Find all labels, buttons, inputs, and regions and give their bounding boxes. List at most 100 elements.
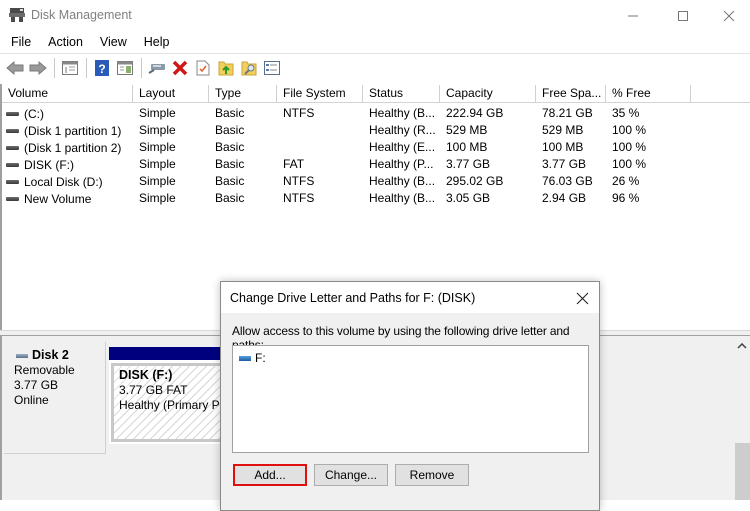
- scroll-up-button[interactable]: [736, 340, 748, 352]
- connect-button[interactable]: [146, 57, 168, 79]
- console-tree-icon: [62, 61, 78, 75]
- toolbar: ?: [0, 54, 750, 82]
- cell-pct: 35 %: [612, 106, 640, 120]
- remove-button[interactable]: Remove: [395, 464, 469, 486]
- cell-capacity: 100 MB: [446, 140, 488, 154]
- cell-status: Healthy (B...: [369, 191, 436, 205]
- disk-state: Online: [14, 393, 49, 407]
- explore-button[interactable]: [238, 57, 260, 79]
- svg-text:?: ?: [98, 62, 105, 76]
- cell-volume: Local Disk (D:): [2, 173, 133, 190]
- folder-search-icon: [241, 61, 257, 76]
- column-header-free-space[interactable]: Free Spa...: [536, 85, 606, 103]
- cell-volume: (Disk 1 partition 1): [2, 122, 133, 139]
- cell-capacity: 3.77 GB: [446, 157, 491, 171]
- action-pane-icon: [117, 61, 133, 75]
- delete-icon: [172, 60, 188, 76]
- scroll-thumb[interactable]: [735, 443, 750, 500]
- toolbar-separator: [86, 58, 87, 78]
- cell-type: Basic: [215, 106, 245, 120]
- removable-disk-icon: [16, 353, 28, 358]
- cell-status: Healthy (E...: [369, 140, 436, 154]
- cell-fs: FAT: [283, 157, 305, 171]
- folder-up-icon: [218, 61, 234, 76]
- properties-button[interactable]: [192, 57, 214, 79]
- menu-file[interactable]: File: [5, 35, 37, 49]
- cell-volume: (Disk 1 partition 2): [2, 139, 133, 156]
- cell-volume: DISK (F:): [2, 156, 133, 173]
- cell-free: 529 MB: [542, 123, 584, 137]
- drive-path-label: F:: [255, 351, 266, 365]
- column-header-volume[interactable]: Volume: [2, 85, 133, 103]
- back-button[interactable]: [4, 57, 26, 79]
- cell-layout: Simple: [139, 123, 176, 137]
- add-button[interactable]: Add...: [233, 464, 307, 486]
- minimize-button[interactable]: [610, 0, 656, 31]
- back-arrow-icon: [6, 61, 24, 75]
- table-row[interactable]: (C:) Simple Basic NTFS Healthy (B... 222.94 G…: [2, 105, 750, 122]
- menu-help[interactable]: Help: [138, 35, 176, 49]
- column-header-file-system[interactable]: File System: [277, 85, 363, 103]
- cell-layout: Simple: [139, 191, 176, 205]
- cell-pct: 100 %: [612, 140, 647, 154]
- disk-label[interactable]: Disk 2 Removable 3.77 GB Online: [4, 342, 106, 454]
- cell-free: 76.03 GB: [542, 174, 593, 188]
- cell-type: Basic: [215, 140, 245, 154]
- column-header-percent-free[interactable]: % Free: [606, 85, 691, 103]
- table-row[interactable]: New Volume Simple Basic NTFS Healthy (B... 3.…: [2, 190, 750, 207]
- column-header-type[interactable]: Type: [209, 85, 277, 103]
- column-header-capacity[interactable]: Capacity: [440, 85, 536, 103]
- disk-map-scrollbar[interactable]: [734, 336, 750, 500]
- dialog-title-bar: Change Drive Letter and Paths for F: (DI…: [221, 282, 599, 313]
- cell-capacity: 3.05 GB: [446, 191, 491, 205]
- volume-name: (C:): [24, 106, 44, 121]
- menu-action[interactable]: Action: [42, 35, 89, 49]
- forward-button[interactable]: [27, 57, 49, 79]
- disk-name: Disk 2: [32, 348, 69, 362]
- cell-status: Healthy (R...: [369, 123, 436, 137]
- change-button[interactable]: Change...: [314, 464, 388, 486]
- toolbar-separator: [54, 58, 55, 78]
- maximize-icon: [678, 10, 688, 21]
- cell-type: Basic: [215, 157, 245, 171]
- volume-name: (Disk 1 partition 2): [24, 140, 122, 155]
- open-button[interactable]: [215, 57, 237, 79]
- console-tree-button[interactable]: [59, 57, 81, 79]
- menu-view[interactable]: View: [94, 35, 133, 49]
- delete-button[interactable]: [169, 57, 191, 79]
- close-icon: [576, 292, 588, 304]
- settings-button[interactable]: [261, 57, 283, 79]
- close-button[interactable]: [706, 0, 750, 31]
- volume-icon: [6, 145, 19, 150]
- cell-fs: NTFS: [283, 106, 315, 120]
- table-row[interactable]: (Disk 1 partition 2) Simple Basic Healthy (…: [2, 139, 750, 156]
- table-row[interactable]: (Disk 1 partition 1) Simple Basic Healthy (…: [2, 122, 750, 139]
- change-drive-letter-dialog: Change Drive Letter and Paths for F: (DI…: [220, 281, 600, 511]
- cell-fs: [277, 139, 363, 156]
- action-pane-button[interactable]: [114, 57, 136, 79]
- menu-bar: File Action View Help: [0, 32, 750, 52]
- title-bar: Disk Management: [0, 0, 750, 31]
- maximize-button[interactable]: [660, 0, 706, 31]
- disk-management-icon: [9, 8, 25, 22]
- cell-free: 78.21 GB: [542, 106, 593, 120]
- table-row[interactable]: DISK (F:) Simple Basic FAT Healthy (P... 3.77…: [2, 156, 750, 173]
- column-header-layout[interactable]: Layout: [133, 85, 209, 103]
- cell-status: Healthy (P...: [369, 157, 434, 171]
- cell-capacity: 222.94 GB: [446, 106, 504, 120]
- disk-management-window: Disk Management File Action View Help ? …: [0, 0, 750, 511]
- table-row[interactable]: Local Disk (D:) Simple Basic NTFS Healthy (B…: [2, 173, 750, 190]
- cell-fs: NTFS: [283, 191, 315, 205]
- cell-free: 100 MB: [542, 140, 584, 154]
- column-header-status[interactable]: Status: [363, 85, 440, 103]
- help-button[interactable]: ?: [91, 57, 113, 79]
- cell-layout: Simple: [139, 106, 176, 120]
- cell-pct: 100 %: [612, 123, 647, 137]
- cell-status: Healthy (B...: [369, 106, 436, 120]
- properties-icon: [196, 60, 210, 76]
- dialog-close-button[interactable]: [571, 287, 593, 309]
- dialog-title: Change Drive Letter and Paths for F: (DI…: [230, 291, 476, 305]
- cell-type: Basic: [215, 191, 245, 205]
- drive-paths-listbox[interactable]: F:: [232, 345, 589, 453]
- drive-path-item[interactable]: F:: [239, 351, 266, 365]
